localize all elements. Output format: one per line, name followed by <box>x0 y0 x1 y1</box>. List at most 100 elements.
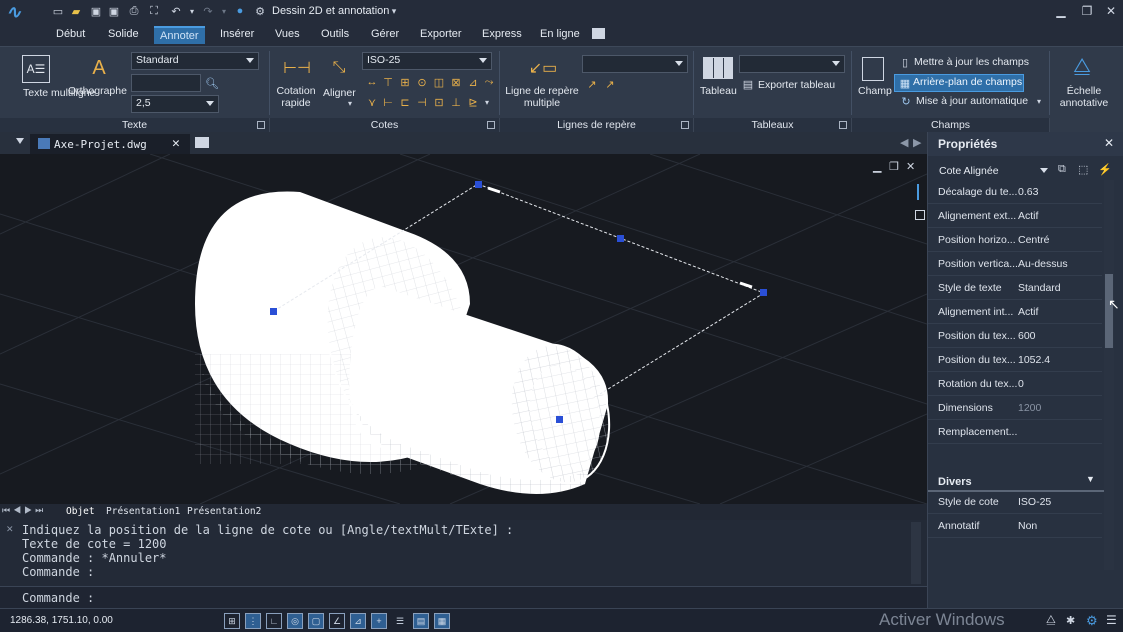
viewport-close-icon[interactable]: ✕ <box>906 160 915 173</box>
tableau-label[interactable]: Tableau <box>700 85 737 97</box>
redo-icon[interactable]: ↷ <box>200 3 216 19</box>
save-as-icon[interactable]: ▣ <box>106 3 122 19</box>
snap-toggle-icon[interactable]: ⋮ <box>245 613 261 629</box>
tab-presentation1[interactable]: Présentation1 <box>106 506 180 517</box>
dyn-toggle-icon[interactable]: + <box>371 613 387 629</box>
undo-dropdown-icon[interactable]: ▾ <box>184 3 200 19</box>
cotation-rapide-label[interactable]: Cotation rapide <box>276 85 316 109</box>
echelle-annotative-label[interactable]: Échelle annotative <box>1052 85 1116 109</box>
dim-ordinate-icon[interactable]: ⋎ <box>364 95 380 109</box>
open-folder-icon[interactable]: ▰ <box>68 3 84 19</box>
settings-gear-icon[interactable]: ⚙ <box>1086 613 1098 629</box>
command-input[interactable]: Commande : <box>0 586 927 608</box>
app-logo-icon[interactable]: ∿ <box>6 2 32 24</box>
section-divers[interactable]: Divers ▼ <box>928 470 1104 492</box>
text-height-select[interactable]: 2,5 <box>131 95 219 113</box>
exporter-tableau-label[interactable]: Exporter tableau <box>758 79 835 91</box>
doc-tab-axe-projet[interactable]: Axe-Projet.dwg ✕ <box>30 134 190 154</box>
grid-toggle-icon[interactable]: ⊞ <box>224 613 240 629</box>
mise-a-jour-auto-label[interactable]: Mise à jour automatique <box>916 95 1028 107</box>
dim-angular-icon[interactable]: ⊠ <box>448 75 464 89</box>
pickadd-icon[interactable]: ⧉ <box>1058 163 1066 176</box>
customize-status-icon[interactable]: ☰ <box>1106 613 1117 627</box>
orthographe-label[interactable]: Orthographe <box>68 85 127 97</box>
otrack-toggle-icon[interactable]: ∠ <box>329 613 345 629</box>
table-style-select[interactable] <box>739 55 845 73</box>
selection-cycle-toggle-icon[interactable]: ▦ <box>434 613 450 629</box>
ortho-toggle-icon[interactable]: ∟ <box>266 613 282 629</box>
annotative-scale-icon[interactable]: ⧋ <box>1068 53 1096 79</box>
tab-objet[interactable]: Objet <box>66 506 95 517</box>
property-row[interactable]: Alignement int... Actif <box>928 300 1102 324</box>
quick-dimension-icon[interactable]: ⊢⊣ <box>283 55 311 81</box>
lineweight-toggle-icon[interactable]: ☰ <box>392 613 408 629</box>
menu-exporter[interactable]: Exporter <box>420 28 462 40</box>
viewcube-indicator[interactable] <box>917 184 919 200</box>
print-icon[interactable]: ⎙ <box>126 3 142 19</box>
restore-icon[interactable]: ❐ <box>1076 2 1098 20</box>
command-scrollbar[interactable] <box>911 522 921 584</box>
property-row[interactable]: Dimensions 1200 <box>928 396 1102 420</box>
find-text-icon[interactable]: 🔍︎ <box>204 76 220 90</box>
menu-debut[interactable]: Début <box>56 28 85 40</box>
multileader-icon[interactable]: ↙▭ <box>528 55 558 81</box>
tableaux-launcher-icon[interactable] <box>839 121 847 129</box>
tab-scroll-right-icon[interactable]: ▶ <box>913 136 921 149</box>
multiline-text-icon[interactable]: A☰ <box>22 55 50 83</box>
new-file-icon[interactable]: ▭ <box>50 3 66 19</box>
property-row[interactable]: Position vertica... Au-dessus <box>928 252 1102 276</box>
property-row[interactable]: Annotatif Non <box>928 514 1102 538</box>
viewport-minimize-icon[interactable]: ▁ <box>873 160 881 173</box>
drawing-viewport[interactable]: ▁ ❐ ✕ <box>0 154 927 504</box>
close-tab-icon[interactable]: ✕ <box>172 136 180 151</box>
texte-launcher-icon[interactable] <box>257 121 265 129</box>
tab-list-icon[interactable] <box>16 138 24 144</box>
property-row[interactable]: Position du tex... 1052.4 <box>928 348 1102 372</box>
dim-radius-icon[interactable]: ◫ <box>431 75 447 89</box>
property-row[interactable]: Alignement ext... Actif <box>928 204 1102 228</box>
auto-update-dropdown-icon[interactable]: ▾ <box>1037 97 1041 106</box>
undo-icon[interactable]: ↶ <box>168 3 184 19</box>
menu-en-ligne[interactable]: En ligne <box>540 28 580 40</box>
cotes-launcher-icon[interactable] <box>487 121 495 129</box>
ribbon-toggle-icon[interactable] <box>592 28 605 39</box>
dim-style-select[interactable]: ISO-25 <box>362 52 492 70</box>
ducs-toggle-icon[interactable]: ⊿ <box>350 613 366 629</box>
viewport-restore-icon[interactable]: ❐ <box>889 160 899 173</box>
tab-scroll-left-icon[interactable]: ◀ <box>900 136 908 149</box>
dim-inspect-icon[interactable]: ⊣ <box>414 95 430 109</box>
auto-update-icon[interactable]: ↻ <box>898 94 914 108</box>
property-row[interactable]: Position du tex... 600 <box>928 324 1102 348</box>
dim-center-icon[interactable]: ⊙ <box>414 75 430 89</box>
workspace-name[interactable]: Dessin 2D et annotation <box>272 5 389 17</box>
dim-jog-icon[interactable]: ⤳ <box>481 75 497 89</box>
remove-leader-icon[interactable]: ↗ <box>602 77 618 91</box>
workspace-dropdown-icon[interactable]: ▾ <box>386 3 402 19</box>
properties-scrollbar[interactable] <box>1104 180 1114 570</box>
dim-continue-icon[interactable]: ⊤ <box>380 75 396 89</box>
menu-annoter[interactable]: Annoter <box>154 26 205 44</box>
close-panel-icon[interactable]: ✕ <box>1104 136 1114 150</box>
quick-props-toggle-icon[interactable]: ▤ <box>413 613 429 629</box>
lignes-launcher-icon[interactable] <box>681 121 689 129</box>
ligne-repere-label[interactable]: Ligne de repère multiple <box>504 85 580 109</box>
redo-dropdown-icon[interactable]: ▾ <box>216 3 232 19</box>
select-objects-icon[interactable]: ⬚ <box>1078 163 1088 176</box>
new-tab-icon[interactable] <box>195 137 209 148</box>
dim-arc-icon[interactable]: ⊿ <box>465 75 481 89</box>
navigation-bar-icon[interactable] <box>915 210 925 220</box>
add-leader-icon[interactable]: ↗ <box>584 77 600 91</box>
multileader-style-select[interactable] <box>582 55 688 73</box>
menu-inserer[interactable]: Insérer <box>220 28 254 40</box>
osnap-toggle-icon[interactable]: ▢ <box>308 613 324 629</box>
object-type-select[interactable]: Cote Alignée <box>934 160 1054 182</box>
property-row[interactable]: Remplacement... <box>928 420 1102 444</box>
dim-space-icon[interactable]: ⊢ <box>380 95 396 109</box>
quick-select-icon[interactable]: ⚡ <box>1098 163 1112 176</box>
table-icon[interactable] <box>703 57 733 79</box>
spellcheck-icon[interactable]: A <box>86 55 112 81</box>
annotation-scale-icon[interactable]: ⧋ <box>1046 614 1056 627</box>
zoom-extents-icon[interactable]: ⛶ <box>146 3 162 19</box>
mettre-a-jour-label[interactable]: Mettre à jour les champs <box>914 56 1029 68</box>
update-fields-icon[interactable]: ▯ <box>897 55 913 69</box>
